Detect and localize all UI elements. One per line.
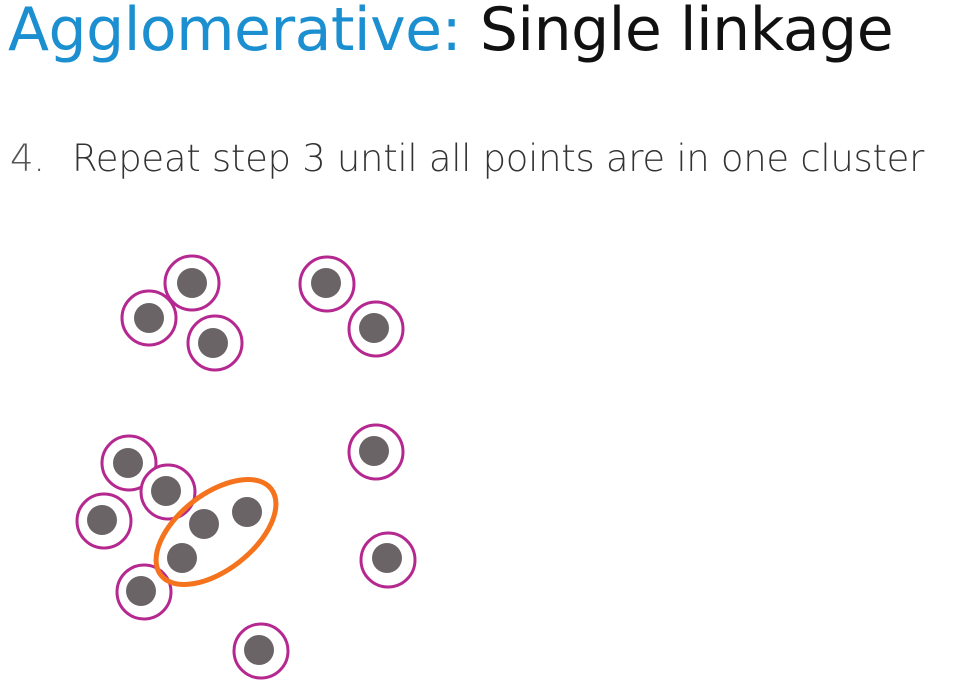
data-point	[359, 436, 389, 466]
data-point	[177, 268, 207, 298]
data-point	[372, 543, 402, 573]
data-point	[134, 303, 164, 333]
data-point	[311, 268, 341, 298]
clustering-diagram	[75, 254, 417, 680]
data-point	[244, 635, 274, 665]
data-point	[198, 328, 228, 358]
data-point	[359, 313, 389, 343]
data-point	[167, 543, 197, 573]
data-point	[126, 576, 156, 606]
data-point	[232, 497, 262, 527]
data-point	[87, 505, 117, 535]
data-point	[189, 509, 219, 539]
data-point	[151, 476, 181, 506]
data-point	[113, 448, 143, 478]
